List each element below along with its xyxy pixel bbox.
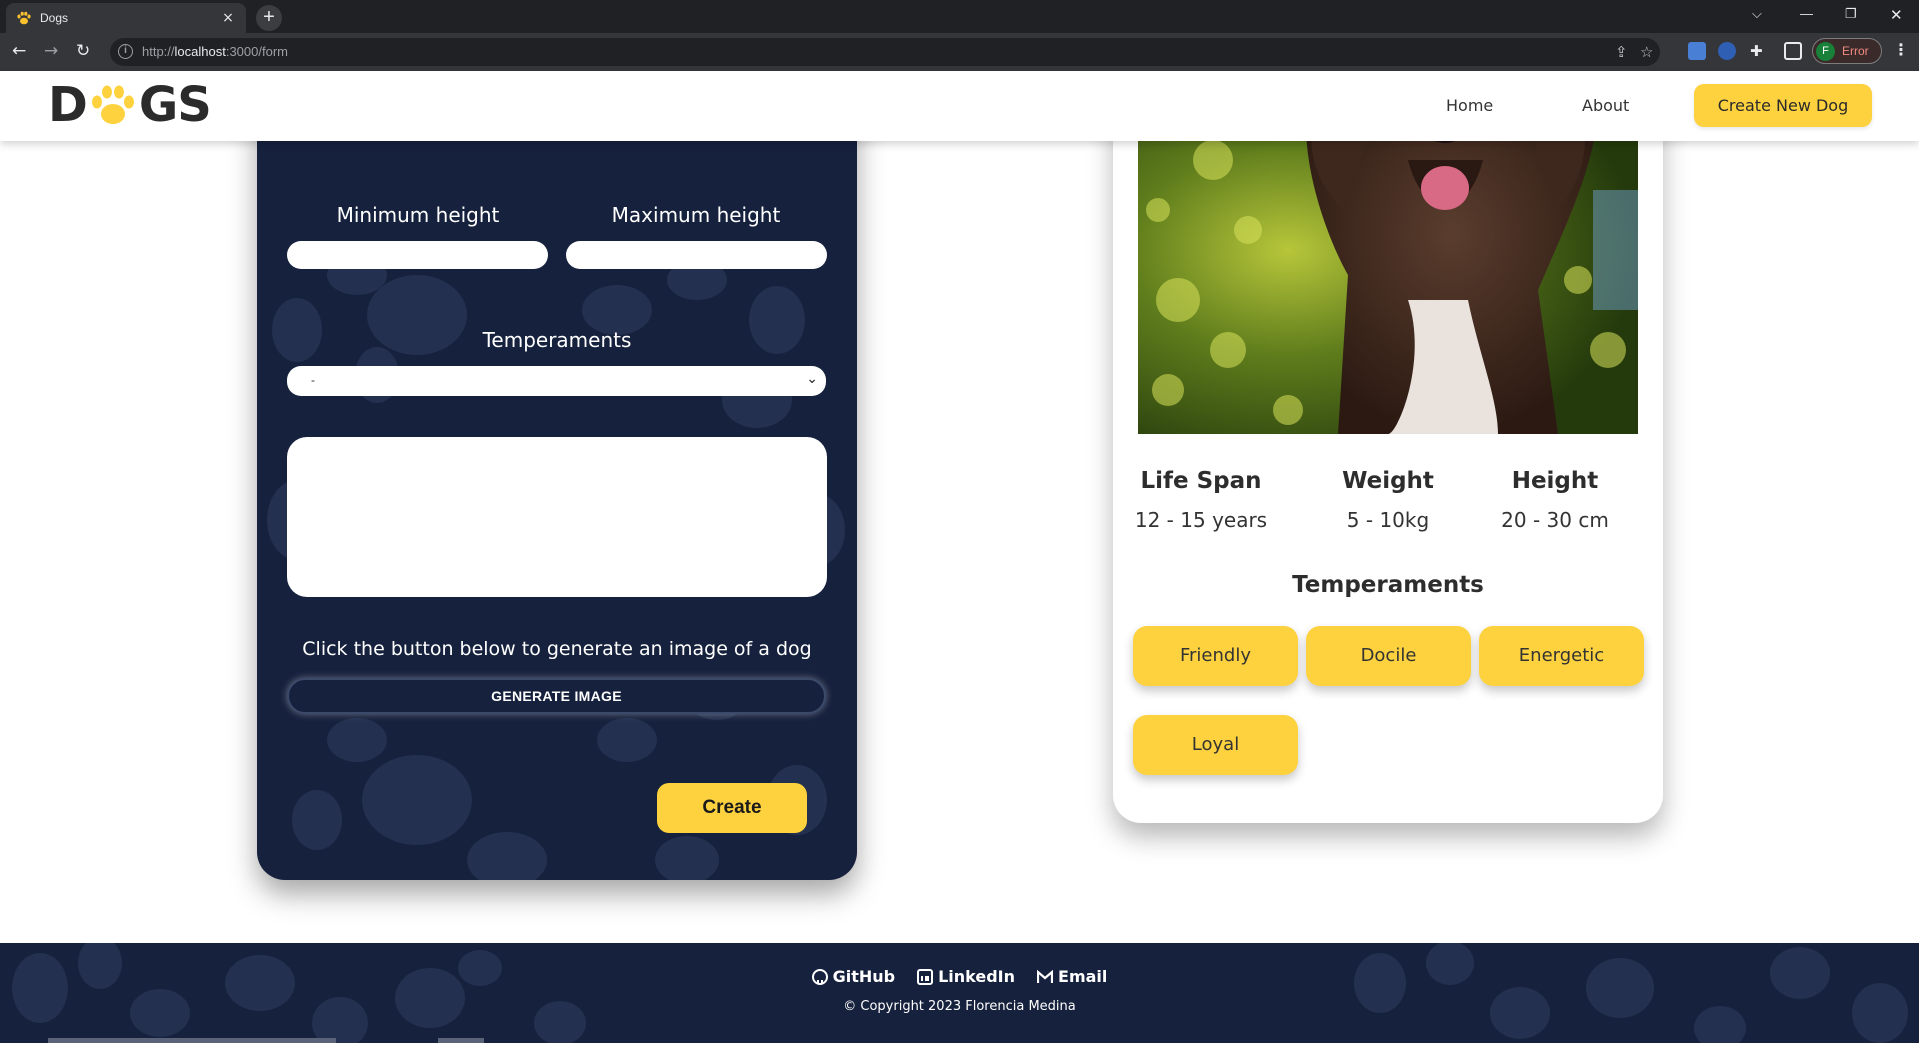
stat-title: Life Span [1140, 468, 1262, 494]
max-height-input[interactable] [566, 241, 827, 269]
temperaments-label: Temperaments [482, 328, 632, 352]
temperaments-heading: Temperaments [1292, 572, 1484, 598]
minimize-icon[interactable]: — [1800, 6, 1813, 21]
generate-image-prompt: Click the button below to generate an im… [302, 638, 812, 660]
create-new-dog-button[interactable]: Create New Dog [1694, 84, 1872, 127]
stat-title: Weight [1342, 468, 1434, 494]
tab-title: Dogs [40, 11, 69, 25]
github-icon [811, 968, 828, 985]
new-tab-button[interactable]: + [256, 5, 282, 31]
bookmark-star-icon[interactable]: ☆ [1640, 43, 1653, 61]
github-label: GitHub [832, 967, 896, 986]
stat-value: 5 - 10kg [1346, 508, 1430, 532]
github-link[interactable]: GitHub [811, 967, 896, 986]
avatar: F [1816, 42, 1835, 61]
url-text: http://localhost:3000/form [142, 44, 288, 59]
linkedin-icon [917, 968, 934, 985]
extension-icon[interactable] [1718, 42, 1736, 60]
create-dog-form: Minimum height Maximum height Temperamen… [257, 100, 857, 880]
email-link[interactable]: Email [1037, 967, 1107, 986]
paw-favicon-icon [17, 11, 31, 25]
linkedin-link[interactable]: LinkedIn [917, 967, 1015, 986]
site-footer: GitHub LinkedIn Email © Copyright 2023 F… [0, 943, 1919, 1043]
min-height-label: Minimum height [336, 203, 500, 227]
site-info-icon[interactable]: i [118, 44, 133, 59]
browser-tab-strip: Dogs × + ⌵ — ❐ ✕ [0, 0, 1919, 33]
stat-value: 20 - 30 cm [1501, 508, 1609, 532]
email-label: Email [1058, 967, 1108, 986]
profile-status: Error [1842, 44, 1869, 58]
description-textarea[interactable] [287, 437, 827, 597]
stat-value: 12 - 15 years [1134, 508, 1268, 532]
restore-icon[interactable]: ❐ [1845, 6, 1857, 22]
side-panel-icon[interactable] [1784, 42, 1802, 60]
browser-menu-icon[interactable]: ⋮ [1893, 40, 1909, 59]
tab-search-icon[interactable]: ⌵ [1752, 6, 1762, 22]
copyright-text: © Copyright 2023 Florencia Medina [843, 999, 1076, 1014]
weight-stat: Weight 5 - 10kg [1305, 468, 1471, 532]
create-button[interactable]: Create [657, 783, 807, 833]
gmail-icon [1037, 969, 1054, 983]
temperament-chip: Docile [1306, 626, 1471, 686]
translate-extension-icon[interactable] [1688, 42, 1706, 60]
temperament-chip: Loyal [1133, 715, 1298, 775]
nav-about-link[interactable]: About [1582, 96, 1629, 115]
dogs-logo[interactable]: D GS [48, 77, 212, 133]
max-height-label: Maximum height [611, 203, 781, 227]
share-icon[interactable]: ⇪ [1615, 43, 1628, 61]
life-span-stat: Life Span 12 - 15 years [1118, 468, 1284, 532]
height-stat: Height 20 - 30 cm [1472, 468, 1638, 532]
logo-letters-gs: GS [138, 77, 212, 133]
footer-links: GitHub LinkedIn Email [0, 967, 1919, 986]
temperament-chip: Energetic [1479, 626, 1644, 686]
browser-toolbar: ← → ↻ i http://localhost:3000/form ⇪ ☆ ✚… [0, 33, 1919, 71]
temperaments-selected-value: - [311, 373, 315, 387]
linkedin-label: LinkedIn [938, 967, 1016, 986]
reload-icon[interactable]: ↻ [76, 41, 90, 61]
profile-button[interactable]: F Error [1812, 38, 1882, 64]
forward-arrow-icon[interactable]: → [44, 41, 58, 61]
dog-preview-card: Life Span 12 - 15 years Weight 5 - 10kg … [1113, 100, 1663, 823]
temperaments-select[interactable]: - ⌄ [287, 366, 826, 396]
puzzle-extensions-icon[interactable]: ✚ [1750, 42, 1763, 60]
close-tab-icon[interactable]: × [220, 10, 236, 26]
browser-tab[interactable]: Dogs × [6, 3, 246, 33]
stat-title: Height [1511, 468, 1599, 494]
horizontal-scrollbar-segment[interactable] [438, 1038, 484, 1043]
address-bar[interactable]: i http://localhost:3000/form ⇪ ☆ [110, 38, 1660, 66]
chevron-down-icon: ⌄ [806, 371, 818, 387]
back-arrow-icon[interactable]: ← [12, 41, 26, 61]
nav-home-link[interactable]: Home [1446, 96, 1493, 115]
paw-pattern-background [12, 943, 1908, 1043]
dog-photo [1138, 100, 1638, 434]
horizontal-scrollbar[interactable] [48, 1038, 336, 1043]
temperament-chip: Friendly [1133, 626, 1298, 686]
paw-logo-icon [91, 85, 134, 124]
logo-letter-d: D [48, 77, 88, 133]
min-height-input[interactable] [287, 241, 548, 269]
site-header: D GS Home About Create New Dog [0, 71, 1919, 141]
close-window-icon[interactable]: ✕ [1890, 6, 1903, 24]
generate-image-button[interactable]: GENERATE IMAGE [287, 678, 826, 714]
